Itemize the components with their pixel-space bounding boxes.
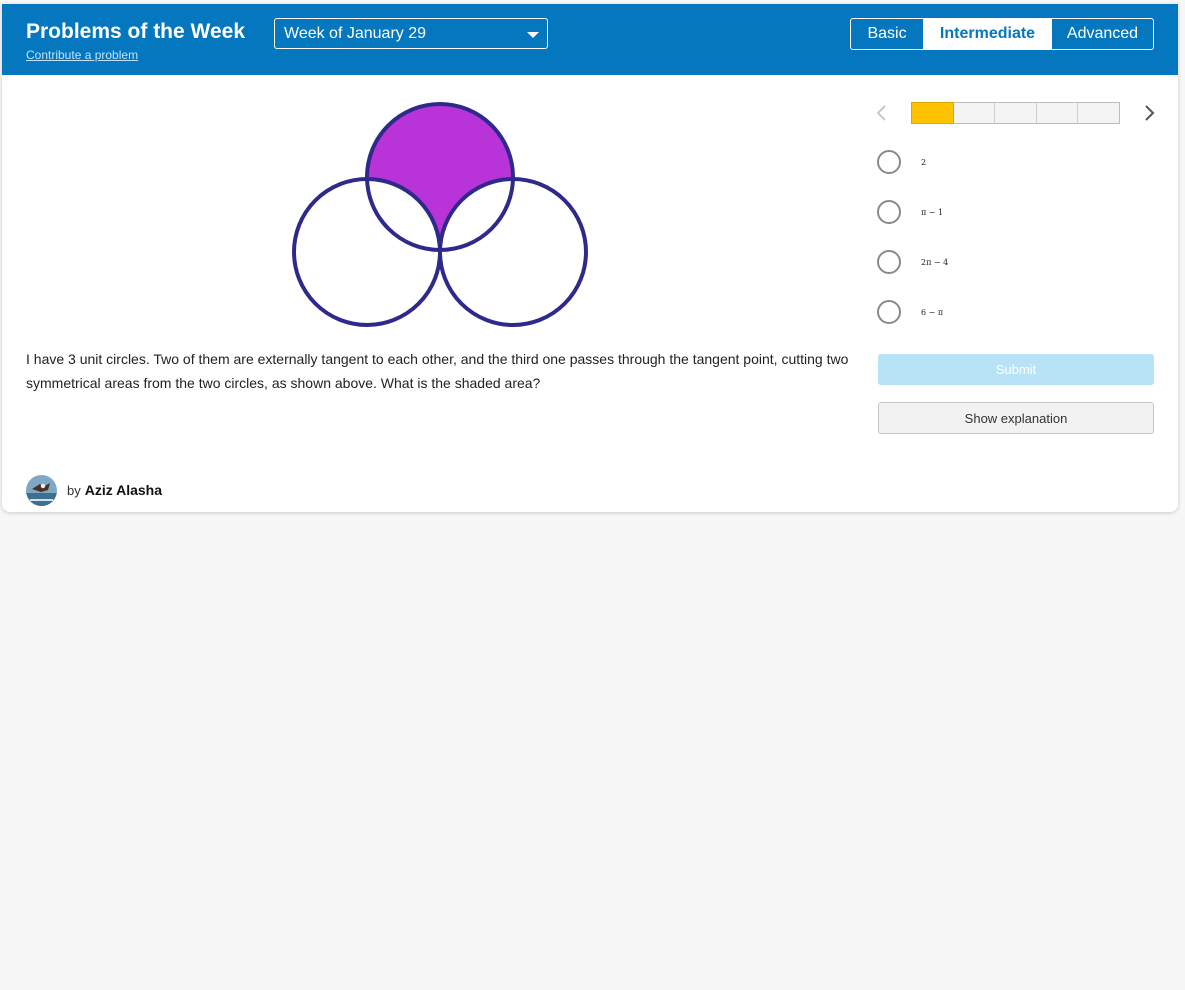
author-by: by: [67, 482, 81, 498]
problem-progress: [911, 102, 1120, 124]
chevron-right-icon: [1145, 105, 1155, 121]
chevron-down-icon: [527, 32, 539, 38]
radio-button[interactable]: [877, 300, 901, 324]
week-select-value: Week of January 29: [284, 25, 427, 42]
choice-label: 6 − π: [921, 308, 944, 317]
left-circle: [292, 177, 442, 327]
next-problem-button[interactable]: [1139, 102, 1159, 124]
level-intermediate[interactable]: Intermediate: [924, 19, 1051, 49]
author-name[interactable]: Aziz Alasha: [85, 482, 162, 498]
answer-choice-1[interactable]: 2: [877, 149, 1137, 179]
radio-button[interactable]: [877, 150, 901, 174]
header: Problems of the Week Contribute a proble…: [2, 4, 1178, 75]
answer-choice-3[interactable]: 2π − 4: [877, 249, 1137, 279]
progress-segment[interactable]: [1037, 103, 1079, 123]
level-basic[interactable]: Basic: [851, 19, 924, 49]
week-select[interactable]: Week of January 29: [274, 18, 548, 49]
chevron-left-icon: [876, 105, 886, 121]
avatar[interactable]: [26, 474, 57, 506]
answer-choice-4[interactable]: 6 − π: [877, 299, 1137, 329]
author-line: by Aziz Alasha: [26, 474, 162, 506]
prev-problem-button[interactable]: [872, 102, 892, 124]
contribute-link[interactable]: Contribute a problem: [26, 48, 138, 62]
progress-segment[interactable]: [954, 103, 996, 123]
problem-figure: [292, 102, 588, 327]
progress-segment[interactable]: [995, 103, 1037, 123]
answer-choice-2[interactable]: π − 1: [877, 199, 1137, 229]
choice-label: π − 1: [921, 208, 944, 217]
progress-segment[interactable]: [1078, 103, 1119, 123]
level-advanced[interactable]: Advanced: [1051, 19, 1153, 49]
problem-text: I have 3 unit circles. Two of them are e…: [26, 351, 849, 391]
choice-label: 2: [921, 158, 927, 167]
page-title: Problems of the Week: [26, 20, 246, 43]
radio-button[interactable]: [877, 250, 901, 274]
problem-card: Problems of the Week Contribute a proble…: [2, 4, 1178, 512]
submit-button[interactable]: Submit: [878, 354, 1154, 385]
progress-segment[interactable]: [911, 102, 954, 124]
right-circle: [438, 177, 588, 327]
level-switcher: Basic Intermediate Advanced: [850, 18, 1154, 50]
choice-label: 2π − 4: [921, 258, 949, 267]
radio-button[interactable]: [877, 200, 901, 224]
show-explanation-button[interactable]: Show explanation: [878, 402, 1154, 434]
